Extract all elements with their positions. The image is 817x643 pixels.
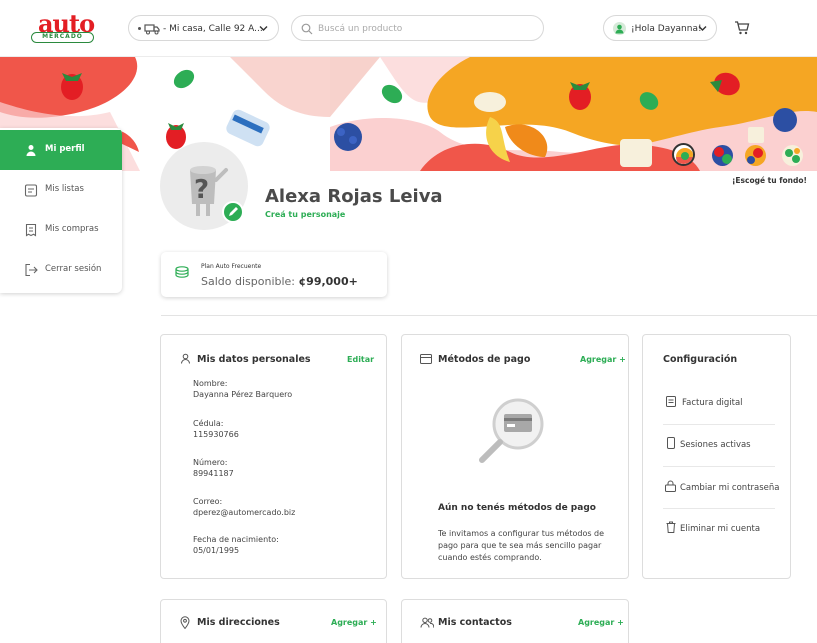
chevron-down-icon <box>259 25 268 32</box>
background-option-4[interactable] <box>782 145 803 166</box>
plan-balance: Saldo disponible: ¢99,000+ <box>201 275 358 288</box>
config-item-factura-digital[interactable]: Factura digital <box>663 390 775 416</box>
empty-payment-text-1: Te invitamos a configurar tus métodos de <box>438 529 605 538</box>
balance-value: ¢99,000+ <box>298 275 358 288</box>
invoice-icon <box>666 396 676 407</box>
empty-payment-text-2: pago para que te sea más sencillo pagar <box>438 541 602 550</box>
sidebar-item-mis-listas[interactable]: Mis listas <box>0 170 122 210</box>
receipt-icon <box>24 223 38 237</box>
coins-icon <box>174 265 190 281</box>
card-search-icon <box>476 396 546 464</box>
address-text: - Mi casa, Calle 92 A... <box>163 24 263 34</box>
card-icon <box>420 354 432 364</box>
search-placeholder: Buscá un producto <box>318 24 403 34</box>
chevron-down-icon <box>698 25 707 32</box>
phone-icon <box>667 437 675 449</box>
field-value: Dayanna Pérez Barquero <box>193 390 293 399</box>
config-item-label: Cambiar mi contraseña <box>680 483 780 493</box>
field-value: 05/01/1995 <box>193 546 240 555</box>
user-menu[interactable]: ¡Hola Dayanna! <box>603 15 717 41</box>
divider <box>663 508 775 509</box>
list-icon <box>24 183 38 197</box>
payment-methods-title: Métodos de pago <box>438 354 531 365</box>
personal-data-title: Mis datos personales <box>197 354 311 365</box>
config-item-sesiones-activas[interactable]: Sesiones activas <box>663 432 775 458</box>
greeting-text: ¡Hola Dayanna! <box>631 24 702 34</box>
delivery-address-selector[interactable]: - Mi casa, Calle 92 A... <box>128 15 279 41</box>
sidebar-item-label: Mis compras <box>45 224 99 234</box>
config-item-label: Factura digital <box>682 398 743 408</box>
bullet-dot <box>138 27 141 30</box>
logout-icon <box>24 263 38 277</box>
config-item-eliminar-cuenta[interactable]: Eliminar mi cuenta <box>663 516 775 542</box>
profile-name: Alexa Rojas Leiva <box>265 186 443 207</box>
field-label: Nombre: <box>193 379 228 388</box>
avatar-icon <box>613 22 626 35</box>
cart-icon[interactable] <box>734 20 750 36</box>
sidebar-item-mis-compras[interactable]: Mis compras <box>0 210 122 250</box>
automercado-logo[interactable]: auto MERCADO <box>28 12 98 46</box>
search-input[interactable]: Buscá un producto <box>291 15 544 41</box>
contacts-title: Mis contactos <box>438 617 512 628</box>
divider <box>663 424 775 425</box>
sidebar-item-label: Mi perfil <box>45 144 85 154</box>
balance-label: Saldo disponible: <box>201 275 296 288</box>
create-character-link[interactable]: Creá tu personaje <box>265 210 345 219</box>
field-value: dperez@automercado.biz <box>193 508 296 517</box>
add-address-button[interactable]: Agregar + <box>331 618 377 627</box>
addresses-title: Mis direcciones <box>197 617 280 628</box>
truck-icon <box>144 23 161 35</box>
field-label: Fecha de nacimiento: <box>193 535 279 544</box>
field-value: 89941187 <box>193 469 234 478</box>
svg-text:?: ? <box>194 175 209 205</box>
field-label: Correo: <box>193 497 223 506</box>
field-label: Número: <box>193 458 228 467</box>
search-icon <box>301 23 313 35</box>
background-pick-label[interactable]: ¡Escogé tu fondo! <box>732 176 807 185</box>
config-item-cambiar-contrasena[interactable]: Cambiar mi contraseña <box>663 475 779 501</box>
edit-avatar-button[interactable] <box>222 201 244 223</box>
background-option-2[interactable] <box>712 145 733 166</box>
person-icon <box>24 143 38 157</box>
sidebar-item-cerrar-sesion[interactable]: Cerrar sesión <box>0 250 122 290</box>
configuration-title: Configuración <box>663 354 738 365</box>
lock-icon <box>665 480 676 492</box>
config-item-label: Eliminar mi cuenta <box>680 524 761 534</box>
empty-payment-title: Aún no tenés métodos de pago <box>438 503 596 513</box>
section-divider <box>161 315 817 316</box>
plan-title: Plan Auto Frecuente <box>201 263 262 270</box>
edit-personal-data-button[interactable]: Editar <box>347 355 374 364</box>
background-option-3[interactable] <box>745 145 766 166</box>
person-icon <box>180 353 191 364</box>
background-option-1[interactable] <box>672 143 695 166</box>
contacts-icon <box>420 617 434 628</box>
sidebar-item-mi-perfil[interactable]: Mi perfil <box>0 130 122 170</box>
sidebar-item-label: Mis listas <box>45 184 84 194</box>
trash-icon <box>666 521 676 533</box>
divider <box>663 466 775 467</box>
add-payment-method-button[interactable]: Agregar + <box>580 355 626 364</box>
add-contact-button[interactable]: Agregar + <box>578 618 624 627</box>
location-pin-icon <box>180 616 190 629</box>
config-item-label: Sesiones activas <box>680 440 751 450</box>
empty-payment-text-3: cuando estés comprando. <box>438 553 542 562</box>
sidebar-item-label: Cerrar sesión <box>45 264 102 274</box>
logo-subtitle: MERCADO <box>31 32 94 43</box>
field-value: 115930766 <box>193 430 239 439</box>
field-label: Cédula: <box>193 419 224 428</box>
profile-sidebar: Mi perfil Mis listas Mis compras Cerrar … <box>0 128 122 293</box>
